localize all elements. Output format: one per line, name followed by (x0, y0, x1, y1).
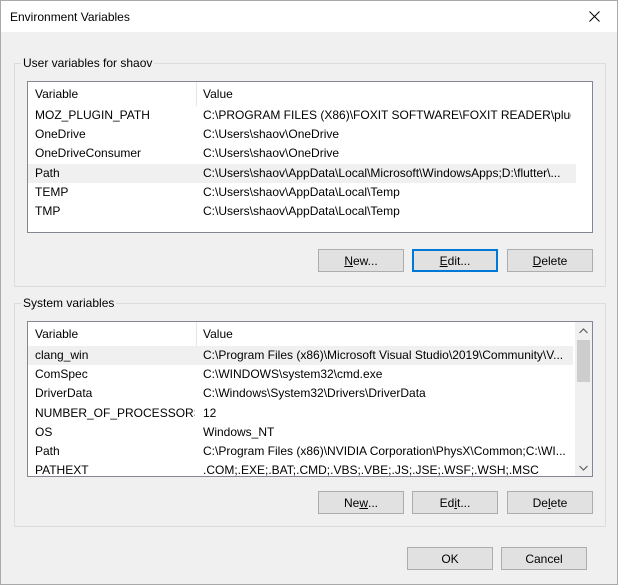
table-row[interactable]: ComSpec C:\WINDOWS\system32\cmd.exe (28, 365, 573, 384)
variable-cell: ComSpec (35, 367, 88, 382)
ok-label: OK (441, 551, 459, 566)
label-post: ... (368, 495, 379, 510)
value-cell: C:\Program Files (x86)\Microsoft Visual … (203, 348, 564, 362)
table-row[interactable]: Path C:\Program Files (x86)\NVIDIA Corpor… (28, 442, 573, 461)
close-button[interactable] (571, 1, 617, 32)
ok-button[interactable]: OK (407, 547, 493, 570)
close-icon (588, 11, 600, 22)
column-value[interactable]: Value (203, 327, 233, 341)
system-edit-button[interactable]: Ed i t... (412, 491, 498, 514)
table-row[interactable]: OneDriveConsumer C:\Users\shaov\OneDrive (28, 144, 576, 163)
column-value[interactable]: Value (203, 87, 233, 101)
window-title: Environment Variables (10, 10, 130, 24)
variable-cell: clang_win (35, 348, 89, 362)
label-mnemonic: E (439, 253, 448, 268)
value-cell: C:\Users\shaov\AppData\Local\Microsoft\W… (203, 165, 561, 180)
value-cell: C:\Users\shaov\OneDrive (203, 146, 340, 161)
system-delete-button[interactable]: De l ete (507, 491, 593, 514)
user-edit-button[interactable]: Edit... (412, 249, 498, 272)
label-pre: Ed (439, 495, 455, 510)
table-row[interactable]: NUMBER_OF_PROCESSORS 12 (28, 404, 573, 423)
cancel-label: Cancel (525, 551, 563, 566)
label-post: t... (457, 495, 471, 510)
scroll-up-arrow[interactable] (575, 322, 592, 339)
label-post: ew... (352, 253, 378, 268)
system-new-button[interactable]: Ne w... (318, 491, 404, 514)
value-cell: C:\Users\shaov\AppData\Local\Temp (203, 184, 400, 199)
system-variables-label: System variables (21, 296, 117, 310)
variable-cell: MOZ_PLUGIN_PATH (35, 108, 150, 122)
variable-cell: OneDriveConsumer (35, 146, 142, 161)
column-variable[interactable]: Variable (35, 327, 78, 341)
table-row[interactable]: Path C:\Users\shaov\AppData\Local\Microso… (28, 163, 576, 183)
table-row[interactable]: clang_win C:\Program Files (x86)\Microsof… (28, 346, 573, 365)
chevron-up-icon (579, 327, 588, 333)
value-cell: C:\Program Files (x86)\NVIDIA Corporatio… (203, 444, 566, 458)
table-row[interactable]: OneDrive C:\Users\shaov\OneDrive (28, 125, 576, 144)
user-new-button[interactable]: New... (318, 249, 404, 272)
list-header: Variable Value (28, 82, 592, 106)
variable-cell: TMP (35, 204, 61, 218)
variable-cell: Path (35, 165, 60, 180)
value-cell: C:\WINDOWS\system32\cmd.exe (203, 367, 383, 382)
user-variables-group: User variables for shaov Variable Value … (14, 56, 606, 287)
variable-cell: OS (35, 424, 53, 439)
value-cell: Windows_NT (203, 424, 275, 439)
table-row[interactable]: DriverData C:\Windows\System32\Drivers\Dr… (28, 384, 573, 403)
variable-cell: Path (35, 444, 60, 458)
value-cell: C:\PROGRAM FILES (X86)\FOXIT SOFTWARE\FO… (203, 108, 571, 122)
chevron-down-icon (579, 465, 588, 471)
environment-variables-dialog: Environment Variables User variables for… (0, 0, 618, 585)
cancel-button[interactable]: Cancel (501, 547, 587, 570)
value-cell: 12 (203, 405, 217, 420)
system-variables-list[interactable]: Variable Value clang_win C:\Program Files… (27, 321, 593, 477)
variable-cell: DriverData (35, 386, 93, 401)
column-variable[interactable]: Variable (35, 87, 78, 101)
variable-cell: PATHEXT (35, 463, 89, 477)
table-row[interactable]: TMP C:\Users\shaov\AppData\Local\Temp (28, 202, 576, 221)
scroll-thumb[interactable] (577, 340, 590, 382)
value-cell: .COM;.EXE;.BAT;.CMD;.VBS;.VBE;.JS;.JSE;.… (203, 463, 539, 477)
variable-cell: NUMBER_OF_PROCESSORS (35, 405, 195, 420)
label-post: dit... (447, 253, 471, 268)
variable-cell: TEMP (35, 184, 69, 199)
value-cell: C:\Windows\System32\Drivers\DriverData (203, 386, 426, 401)
variable-cell: OneDrive (35, 127, 86, 142)
label-mnemonic: N (344, 253, 353, 268)
label-post: ete (550, 495, 568, 510)
user-variables-label: User variables for shaov (21, 56, 155, 70)
label-post: elete (541, 253, 568, 268)
table-row[interactable]: PATHEXT .COM;.EXE;.BAT;.CMD;.VBS;.VBE;.JS… (28, 461, 573, 477)
label-pre: Ne (343, 495, 360, 510)
system-variables-group: System variables Variable Value clang_wi… (14, 296, 606, 527)
vertical-scrollbar[interactable] (575, 322, 592, 476)
scroll-down-arrow[interactable] (575, 459, 592, 476)
value-cell: C:\Users\shaov\AppData\Local\Temp (203, 204, 400, 218)
value-cell: C:\Users\shaov\OneDrive (203, 127, 340, 142)
title-bar: Environment Variables (1, 1, 617, 32)
label-mnemonic: w (359, 495, 368, 510)
label-mnemonic: D (532, 253, 542, 268)
table-row[interactable]: TEMP C:\Users\shaov\AppData\Local\Temp (28, 183, 576, 202)
label-pre: De (532, 495, 548, 510)
list-header: Variable Value (28, 322, 592, 346)
user-variables-list[interactable]: Variable Value MOZ_PLUGIN_PATH C:\PROGRAM… (27, 81, 593, 233)
user-delete-button[interactable]: Delete (507, 249, 593, 272)
table-row[interactable]: OS Windows_NT (28, 423, 573, 442)
table-row[interactable]: MOZ_PLUGIN_PATH C:\PROGRAM FILES (X86)\FO… (28, 106, 576, 125)
